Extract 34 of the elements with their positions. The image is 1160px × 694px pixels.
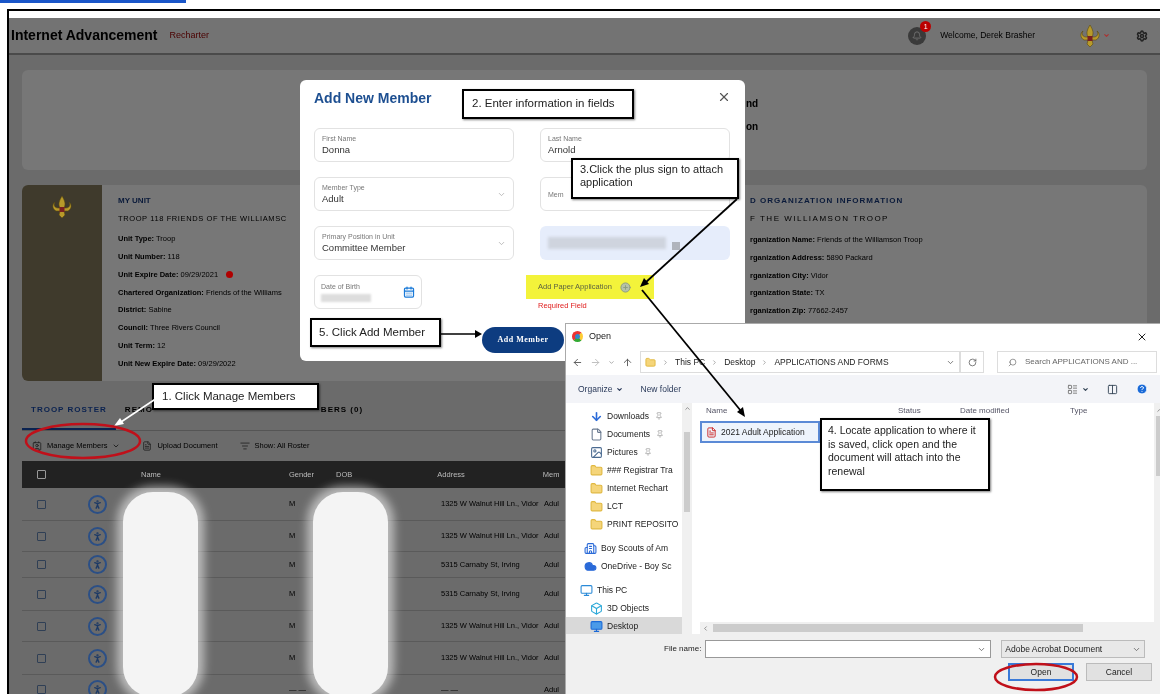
app-title: Internet Advancement: [11, 26, 158, 45]
organization-name: F THE WILLIAMSON TROOP: [750, 213, 889, 225]
summary-text: nd: [746, 97, 760, 111]
summary-text: on: [746, 120, 760, 134]
callout-tooltip: 3.Click the plus sign to attach application: [571, 158, 739, 199]
callout-tooltip: 4. Locate application to where it is saved, click open and the document will attach into the renewal: [820, 418, 990, 491]
welcome-text: Welcome, Derek Brasher: [940, 29, 1035, 42]
file-type-value: Adobe Acrobat Document: [1005, 642, 1103, 656]
nav-label: Internet Rechart: [607, 481, 668, 495]
nav-label: Boy Scouts of Am: [601, 541, 669, 555]
section-heading: D ORGANIZATION INFORMATION: [750, 195, 904, 207]
nav-label: Documents: [607, 427, 650, 441]
dialog-title: Add New Member: [314, 89, 432, 108]
dialog-title: Open: [589, 329, 612, 343]
nav-label: LCT: [607, 499, 624, 513]
callout-tooltip: 1. Click Manage Members: [152, 383, 319, 410]
nav-label: ### Registrar Tra: [607, 463, 673, 477]
nav-label: 3D Objects: [607, 601, 650, 615]
nav-label: PRINT REPOSITO: [607, 517, 679, 531]
file-name-label: File name:: [664, 643, 702, 655]
field-value: Committee Member: [322, 241, 407, 254]
field-value: Adult: [322, 192, 345, 205]
nav-label: Pictures: [607, 445, 638, 459]
nav-label: Downloads: [607, 409, 650, 423]
callout-tooltip: 5. Click Add Member: [310, 318, 441, 347]
nav-label: Desktop: [607, 619, 639, 633]
callout-tooltip: 2. Enter information in fields: [462, 89, 634, 119]
nav-label: This PC: [597, 583, 628, 597]
section-heading: MY UNIT: [118, 195, 151, 207]
nav-label: OneDrive - Boy Sc: [601, 559, 672, 573]
search-placeholder: Search APPLICATIONS AND ...: [1025, 356, 1138, 368]
file-name: 2021 Adult Application: [721, 425, 805, 439]
field-value: Arnold: [548, 143, 577, 156]
field-value: Donna: [322, 143, 351, 156]
